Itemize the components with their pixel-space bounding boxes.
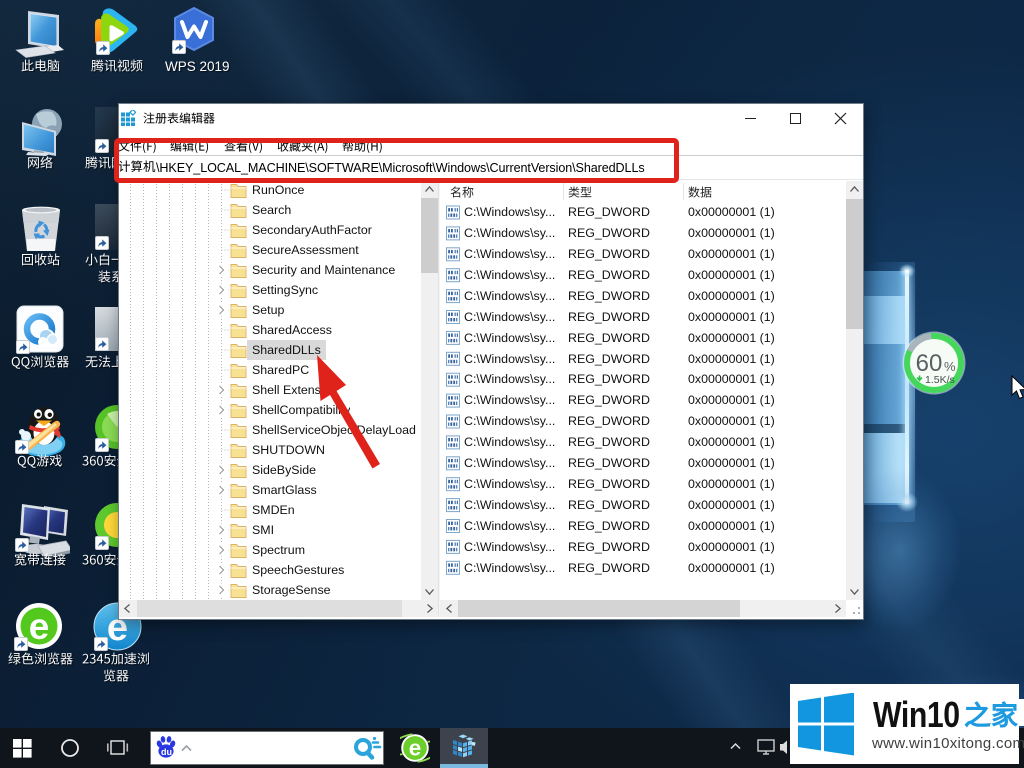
svg-text:du: du xyxy=(161,747,172,757)
svg-text:1.5K/s: 1.5K/s xyxy=(925,374,955,386)
svg-text:%: % xyxy=(944,359,956,374)
svg-text:e: e xyxy=(409,736,422,761)
svg-text:60: 60 xyxy=(916,350,943,377)
